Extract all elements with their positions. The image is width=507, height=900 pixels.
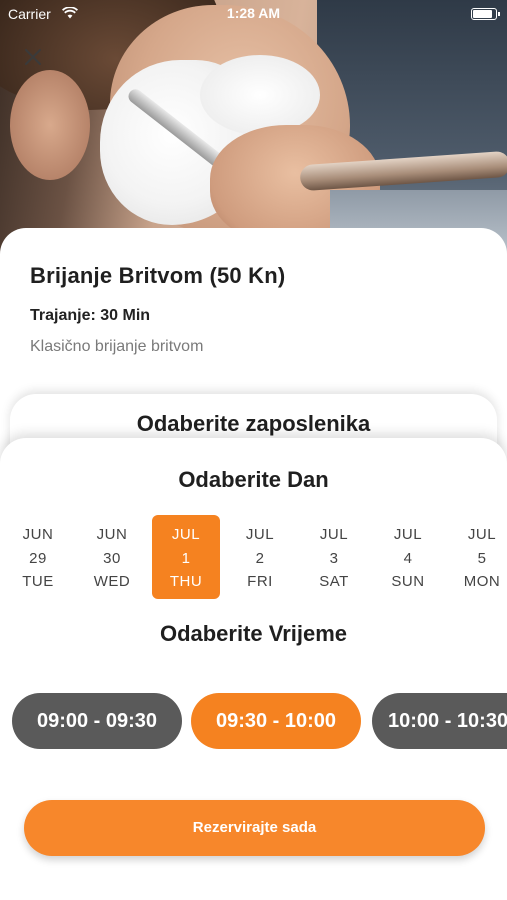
day-month: JUN <box>22 526 54 543</box>
service-title: Brijanje Britvom (50 Kn) <box>30 263 286 288</box>
day-option-selected[interactable]: JUL 1 THU <box>152 515 220 599</box>
day-option[interactable]: JUN 29 TUE <box>4 515 72 599</box>
day-option[interactable]: JUL 5 MON <box>448 515 507 599</box>
battery-icon <box>471 8 500 20</box>
status-time: 1:28 AM <box>226 5 281 21</box>
day-number: 30 <box>103 550 121 567</box>
status-bar: Carrier 1:28 AM <box>0 0 507 28</box>
day-weekday: WED <box>93 573 131 590</box>
day-number: 5 <box>477 550 487 567</box>
day-weekday: SAT <box>319 573 349 590</box>
day-weekday: FRI <box>247 573 273 590</box>
service-description: Klasično brijanje britvom <box>30 338 204 355</box>
time-section-title: Odaberite Vrijeme <box>159 621 348 646</box>
day-picker[interactable]: JUN 29 TUE JUN 30 WED JUL 1 THU JUL 2 FR… <box>0 515 507 599</box>
employee-section-title[interactable]: Odaberite zaposlenika <box>0 411 507 437</box>
day-weekday: SUN <box>391 573 425 590</box>
day-month: JUL <box>171 526 201 543</box>
day-month: JUL <box>319 526 349 543</box>
day-month: JUL <box>393 526 423 543</box>
service-hero-image <box>0 0 507 260</box>
close-icon[interactable] <box>22 46 44 68</box>
day-month: JUN <box>96 526 128 543</box>
book-now-button[interactable]: Rezervirajte sada <box>24 800 485 856</box>
day-weekday: MON <box>463 573 501 590</box>
time-slot[interactable]: 10:00 - 10:30 <box>372 693 507 749</box>
time-slot-selected[interactable]: 09:30 - 10:00 <box>191 693 361 749</box>
day-option[interactable]: JUN 30 WED <box>78 515 146 599</box>
day-weekday: TUE <box>22 573 54 590</box>
day-number: 29 <box>29 550 47 567</box>
day-number: 2 <box>255 550 265 567</box>
day-month: JUL <box>467 526 497 543</box>
day-option[interactable]: JUL 4 SUN <box>374 515 442 599</box>
day-month: JUL <box>245 526 275 543</box>
time-slot[interactable]: 09:00 - 09:30 <box>12 693 182 749</box>
day-number: 4 <box>403 550 413 567</box>
service-duration: Trajanje: 30 Min <box>30 307 151 324</box>
day-number: 1 <box>181 550 191 567</box>
day-weekday: THU <box>169 573 203 590</box>
day-option[interactable]: JUL 2 FRI <box>226 515 294 599</box>
day-option[interactable]: JUL 3 SAT <box>300 515 368 599</box>
day-number: 3 <box>329 550 339 567</box>
day-section-title: Odaberite Dan <box>178 467 329 492</box>
